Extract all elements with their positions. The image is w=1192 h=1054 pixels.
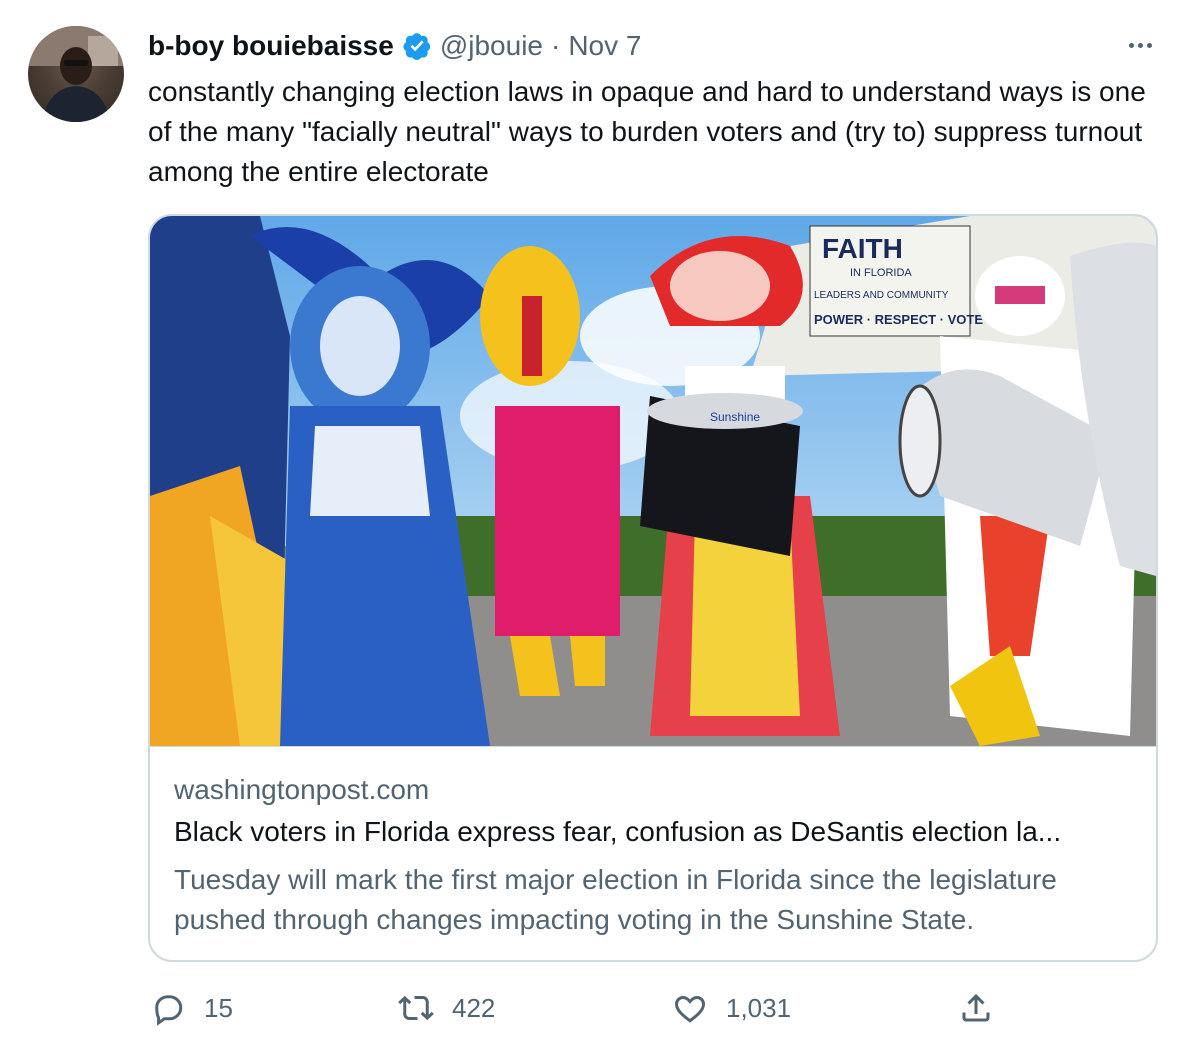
drum-label: Sunshine — [710, 410, 760, 424]
reply-button[interactable]: 15 — [150, 990, 233, 1026]
like-icon — [674, 995, 706, 1023]
retweet-icon — [398, 995, 434, 1021]
like-button[interactable]: 1,031 — [672, 990, 791, 1026]
banner-line-1: FAITH — [822, 233, 903, 264]
more-icon[interactable] — [1122, 30, 1158, 60]
banner-line-3: LEADERS AND COMMUNITY — [814, 290, 949, 301]
like-count: 1,031 — [726, 992, 792, 1023]
card-domain: washingtonpost.com — [174, 774, 430, 805]
tweet: b-boy bouiebaisse @jbouie · Nov 7 consta… — [0, 0, 1192, 1054]
banner: FAITH IN FLORIDA LEADERS AND COMMUNITY P… — [809, 225, 983, 337]
share-icon — [962, 993, 990, 1022]
share-button[interactable] — [958, 990, 994, 1026]
card-title: Black voters in Florida express fear, co… — [174, 816, 1062, 847]
tweet-date[interactable]: Nov 7 — [568, 30, 641, 62]
retweet-count: 422 — [452, 992, 496, 1023]
tweet-header: b-boy bouiebaisse @jbouie · Nov 7 — [148, 26, 641, 66]
banner-line-2: IN FLORIDA — [850, 267, 912, 279]
action-bar: 15 422 1,031 — [148, 982, 1158, 1038]
link-card[interactable]: FAITH IN FLORIDA LEADERS AND COMMUNITY P… — [148, 214, 1158, 962]
separator-dot: · — [550, 30, 561, 61]
reply-count: 15 — [204, 992, 233, 1023]
retweet-button[interactable]: 422 — [398, 990, 495, 1026]
verified-badge-icon — [402, 31, 432, 61]
author-handle[interactable]: @jbouie — [440, 30, 543, 62]
tweet-text: constantly changing election laws in opa… — [148, 76, 1146, 187]
avatar[interactable] — [28, 26, 124, 122]
card-image: FAITH IN FLORIDA LEADERS AND COMMUNITY P… — [150, 216, 1156, 747]
author-name[interactable]: b-boy bouiebaisse — [148, 30, 394, 62]
banner-line-4: POWER · RESPECT · VOTE — [814, 312, 983, 327]
card-description: Tuesday will mark the first major electi… — [174, 864, 1057, 935]
reply-icon — [155, 995, 183, 1026]
